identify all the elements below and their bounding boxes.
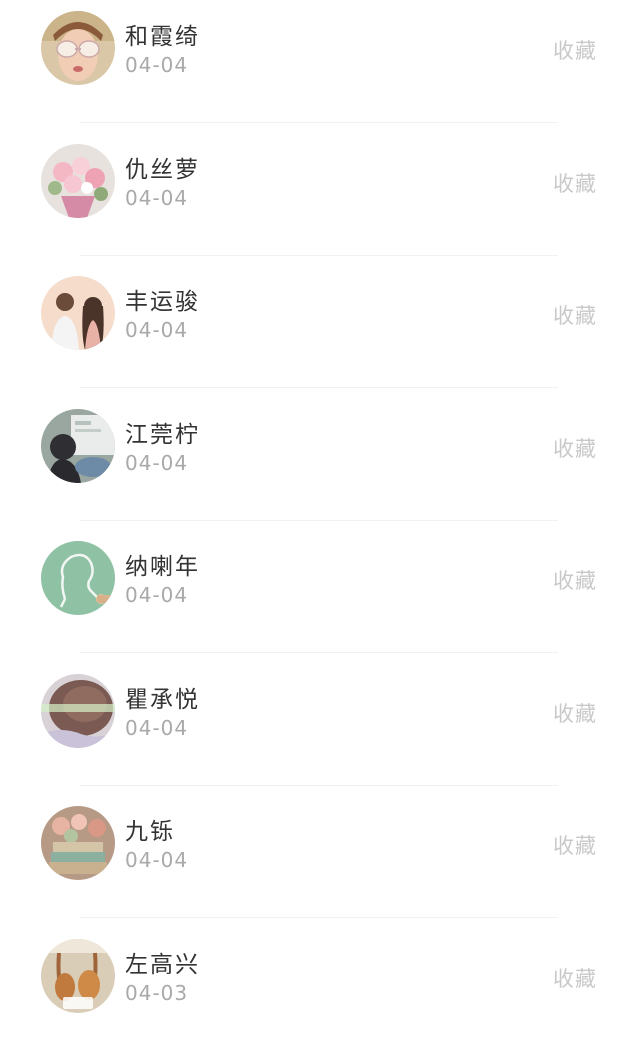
divider [80, 785, 558, 786]
date-label: 04-04 [125, 186, 188, 210]
user-name: 仇丝萝 [125, 150, 200, 184]
date-label: 04-03 [125, 981, 188, 1005]
avatar-hair-closeup-icon [41, 674, 115, 748]
list-item[interactable]: 丰运骏 04-04 收藏 [0, 265, 640, 398]
date-label: 04-04 [125, 53, 188, 77]
divider [80, 520, 558, 521]
avatar[interactable] [41, 144, 115, 218]
favorite-button[interactable]: 收藏 [553, 698, 597, 728]
avatar[interactable] [41, 674, 115, 748]
avatar-woman-sunglasses-icon [41, 11, 115, 85]
date-label: 04-04 [125, 318, 188, 342]
user-name: 纳喇年 [125, 547, 200, 581]
user-name: 和霞绮 [125, 17, 200, 51]
avatar[interactable] [41, 11, 115, 85]
list-item[interactable]: 和霞绮 04-04 收藏 [0, 0, 640, 133]
date-label: 04-04 [125, 583, 188, 607]
divider [80, 122, 558, 123]
avatar-flower-cake-icon [41, 806, 115, 880]
divider [80, 255, 558, 256]
avatar[interactable] [41, 806, 115, 880]
list-item[interactable]: 左高兴 04-03 收藏 [0, 928, 640, 1060]
avatar[interactable] [41, 276, 115, 350]
avatar[interactable] [41, 541, 115, 615]
avatar-flower-bouquet-icon [41, 144, 115, 218]
divider [80, 652, 558, 653]
favorite-button[interactable]: 收藏 [553, 168, 597, 198]
divider [80, 387, 558, 388]
list-item[interactable]: 仇丝萝 04-04 收藏 [0, 133, 640, 266]
user-name: 左高兴 [125, 945, 200, 979]
avatar[interactable] [41, 939, 115, 1013]
user-name: 九铄 [125, 812, 175, 846]
favorite-button[interactable]: 收藏 [553, 963, 597, 993]
favorite-button[interactable]: 收藏 [553, 35, 597, 65]
favorite-button[interactable]: 收藏 [553, 300, 597, 330]
avatar-girl-classroom-icon [41, 409, 115, 483]
divider [80, 917, 558, 918]
favorite-button[interactable]: 收藏 [553, 565, 597, 595]
avatar[interactable] [41, 409, 115, 483]
avatar-couple-drawing-icon [41, 276, 115, 350]
favorite-button[interactable]: 收藏 [553, 830, 597, 860]
user-name: 江莞柠 [125, 415, 200, 449]
date-label: 04-04 [125, 848, 188, 872]
date-label: 04-04 [125, 716, 188, 740]
date-label: 04-04 [125, 451, 188, 475]
list-item[interactable]: 九铄 04-04 收藏 [0, 795, 640, 928]
avatar-chalk-outline-icon [41, 541, 115, 615]
favorite-button[interactable]: 收藏 [553, 433, 597, 463]
list-item[interactable]: 纳喇年 04-04 收藏 [0, 530, 640, 663]
avatar-roast-chicken-icon [41, 939, 115, 1013]
collection-list: 和霞绮 04-04 收藏 仇丝萝 04-04 收藏 [0, 0, 640, 1060]
list-item[interactable]: 瞿承悦 04-04 收藏 [0, 663, 640, 796]
user-name: 丰运骏 [125, 282, 200, 316]
list-item[interactable]: 江莞柠 04-04 收藏 [0, 398, 640, 531]
user-name: 瞿承悦 [125, 680, 200, 714]
